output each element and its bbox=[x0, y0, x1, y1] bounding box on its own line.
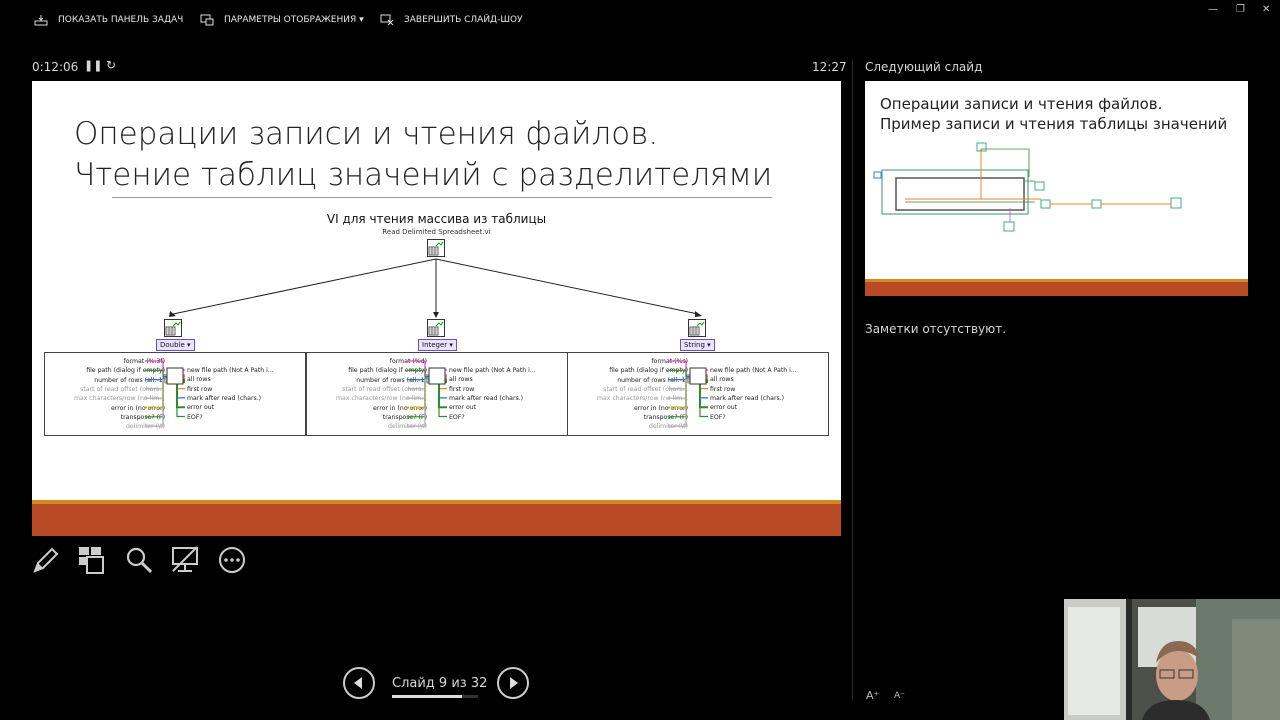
display-settings-icon bbox=[200, 14, 214, 26]
next-slide-diagram bbox=[873, 142, 1182, 232]
minimize-button[interactable]: — bbox=[1208, 4, 1218, 15]
next-slide-label: Следующий слайд bbox=[865, 60, 983, 74]
previous-slide-button[interactable] bbox=[343, 667, 375, 699]
increase-font-icon[interactable]: A⁺ bbox=[866, 689, 879, 702]
output-wire bbox=[176, 381, 185, 418]
connector-pane-double: format (%.3f) file path (dialog if empty)… bbox=[44, 352, 306, 436]
show-taskbar-label: ПОКАЗАТЬ ПАНЕЛЬ ЗАДАЧ bbox=[58, 15, 184, 25]
restore-button[interactable]: ❐ bbox=[1236, 4, 1245, 15]
connector-wires bbox=[145, 360, 185, 427]
output-wire bbox=[438, 381, 447, 418]
vi-terminal-icon bbox=[689, 367, 707, 385]
current-slide[interactable]: Операции записи и чтения файлов. Чтение … bbox=[32, 81, 841, 536]
webcam-overlay bbox=[1064, 599, 1280, 720]
slide-progress-fill bbox=[392, 695, 462, 698]
polymorphic-selector-integer[interactable]: Integer ▾ bbox=[418, 339, 457, 351]
decrease-font-icon[interactable]: A⁻ bbox=[894, 691, 905, 701]
clock-time: 12:27 bbox=[812, 60, 847, 74]
input-wire bbox=[668, 381, 692, 409]
input-wire bbox=[407, 360, 431, 376]
integer-vi-icon bbox=[427, 319, 445, 337]
next-slide-button[interactable] bbox=[497, 667, 529, 699]
end-show-icon bbox=[380, 14, 394, 26]
slide-footer-band bbox=[32, 504, 841, 536]
connector-wires bbox=[407, 360, 447, 427]
next-slide-title: Операции записи и чтения файлов. Пример … bbox=[880, 95, 1228, 133]
output-wire bbox=[699, 381, 708, 418]
output-wire bbox=[438, 380, 447, 409]
next-slide-footer-band bbox=[865, 282, 1248, 296]
next-slide-preview[interactable]: Операции записи и чтения файлов. Пример … bbox=[865, 81, 1248, 296]
polymorphic-selector-double[interactable]: Double ▾ bbox=[156, 339, 195, 351]
zoom-icon[interactable] bbox=[124, 545, 154, 575]
diagram-connectors bbox=[169, 258, 702, 318]
vi-terminal-icon bbox=[166, 367, 184, 385]
input-wire bbox=[668, 360, 692, 376]
more-options-icon[interactable] bbox=[217, 545, 247, 575]
input-wire bbox=[145, 381, 169, 409]
output-wire bbox=[699, 380, 708, 409]
display-settings-button[interactable]: ПАРАМЕТРЫ ОТОБРАЖЕНИЯ ▾ bbox=[200, 14, 364, 26]
input-wire bbox=[407, 381, 431, 418]
input-wire bbox=[407, 381, 431, 409]
input-wire bbox=[407, 380, 431, 399]
display-settings-label: ПАРАМЕТРЫ ОТОБРАЖЕНИЯ ▾ bbox=[224, 15, 364, 25]
see-all-slides-icon[interactable] bbox=[77, 545, 107, 575]
speaker-notes[interactable]: Заметки отсутствуют. bbox=[865, 322, 1006, 336]
end-slideshow-button[interactable]: ЗАВЕРШИТЬ СЛАЙД-ШОУ bbox=[380, 14, 523, 26]
pane-divider[interactable] bbox=[852, 60, 853, 700]
polymorphic-selector-string[interactable]: String ▾ bbox=[680, 339, 715, 351]
black-screen-icon[interactable] bbox=[170, 545, 200, 575]
slide-counter[interactable]: Слайд 9 из 32 bbox=[392, 676, 487, 691]
connector-pane-integer: format (%d) file path (dialog if empty) nu… bbox=[306, 352, 568, 436]
output-wire bbox=[176, 380, 185, 409]
input-wire bbox=[145, 360, 169, 376]
restart-timer-icon[interactable]: ↻ bbox=[106, 58, 116, 72]
input-wire bbox=[145, 381, 169, 418]
next-arrow-icon bbox=[510, 677, 518, 689]
taskbar-icon bbox=[34, 15, 48, 26]
pen-tool-icon[interactable] bbox=[31, 545, 61, 575]
input-wire bbox=[668, 381, 692, 418]
connector-wires bbox=[668, 360, 708, 427]
double-vi-icon bbox=[164, 319, 182, 337]
close-button[interactable]: ✕ bbox=[1262, 4, 1270, 15]
elapsed-timer: 0:12:06 bbox=[32, 60, 79, 74]
connector-pane-string: format (%s) file path (dialog if empty) nu… bbox=[567, 352, 829, 436]
webcam-image bbox=[1064, 599, 1280, 720]
show-taskbar-button[interactable]: ПОКАЗАТЬ ПАНЕЛЬ ЗАДАЧ bbox=[34, 14, 183, 26]
prev-arrow-icon bbox=[354, 677, 362, 689]
pause-timer-icon[interactable]: ❚❚ bbox=[84, 59, 102, 72]
read-spreadsheet-vi-icon bbox=[427, 239, 445, 257]
presenter-topbar: ПОКАЗАТЬ ПАНЕЛЬ ЗАДАЧ ПАРАМЕТРЫ ОТОБРАЖЕ… bbox=[0, 0, 1280, 42]
input-wire bbox=[145, 380, 169, 399]
input-wire bbox=[668, 380, 692, 399]
end-show-label: ЗАВЕРШИТЬ СЛАЙД-ШОУ bbox=[404, 15, 523, 25]
string-vi-icon bbox=[688, 319, 706, 337]
vi-terminal-icon bbox=[428, 367, 446, 385]
